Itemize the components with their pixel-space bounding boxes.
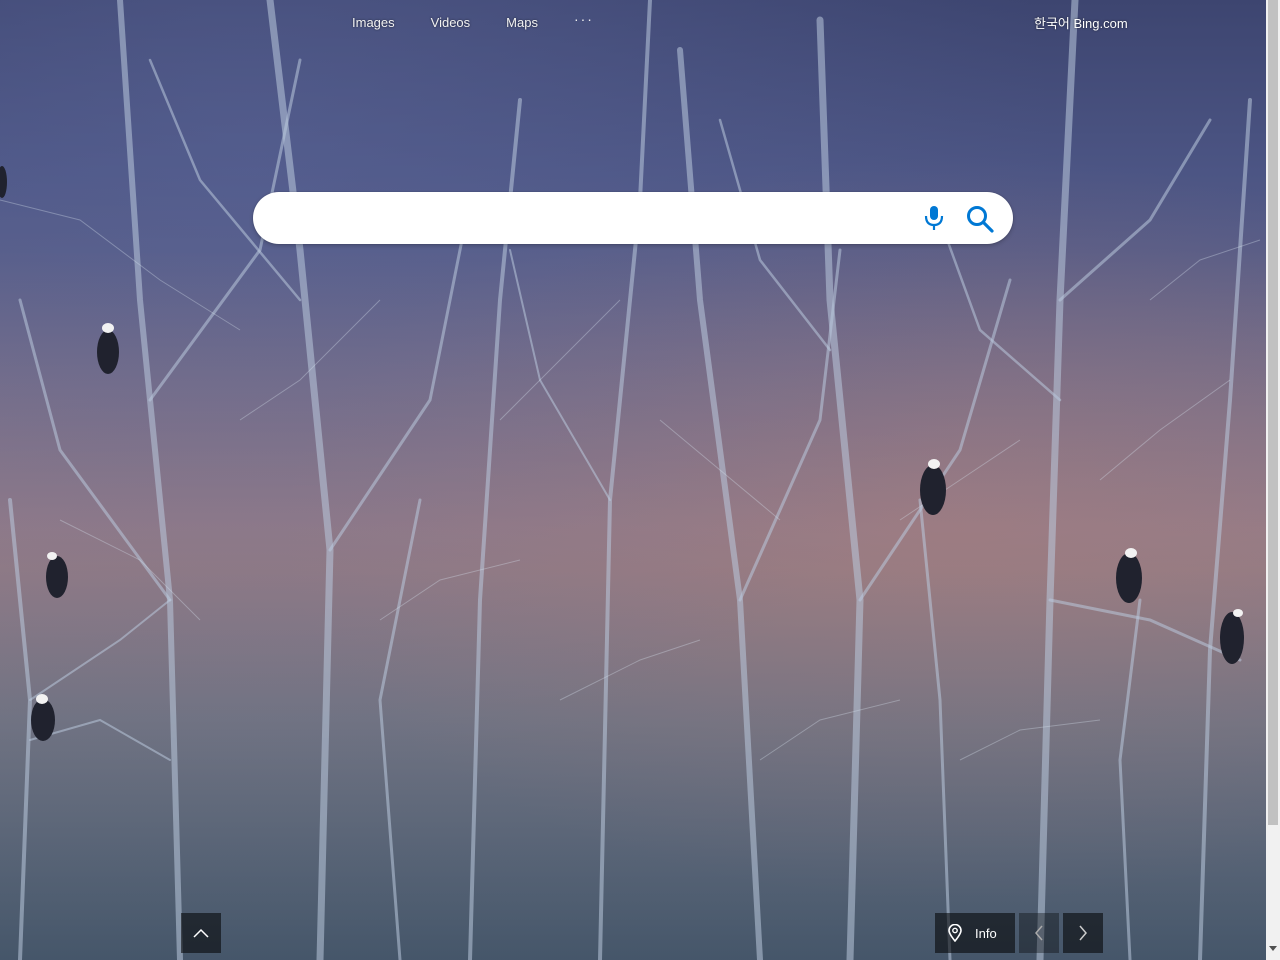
scroll-down-arrow-icon[interactable] xyxy=(1269,946,1277,951)
search-input[interactable] xyxy=(275,202,899,236)
previous-image-button[interactable] xyxy=(1019,913,1059,953)
next-image-button[interactable] xyxy=(1063,913,1103,953)
image-info-button[interactable]: Info xyxy=(935,913,1015,953)
nav-videos-link[interactable]: Videos xyxy=(431,14,471,32)
chevron-right-icon xyxy=(1079,925,1087,941)
location-pin-icon xyxy=(948,924,962,942)
homepage: Images Videos Maps ··· 한국어 Bing.com Info xyxy=(0,0,1280,960)
top-nav: Images Videos Maps ··· xyxy=(352,11,594,32)
scrollbar-thumb[interactable] xyxy=(1268,0,1278,825)
chevron-left-icon xyxy=(1035,925,1043,941)
region-language-link[interactable]: 한국어 Bing.com xyxy=(1034,13,1128,32)
scroll-up-button[interactable] xyxy=(181,913,221,953)
chevron-up-icon xyxy=(193,928,209,938)
nav-more-button[interactable]: ··· xyxy=(574,11,594,27)
nav-maps-link[interactable]: Maps xyxy=(506,14,538,32)
microphone-icon[interactable] xyxy=(921,204,947,232)
search-icon[interactable] xyxy=(965,204,995,234)
nav-images-link[interactable]: Images xyxy=(352,14,395,32)
background-image xyxy=(0,0,1266,960)
page-scrollbar[interactable] xyxy=(1266,0,1280,960)
info-label: Info xyxy=(975,925,997,941)
search-bar xyxy=(253,192,1013,244)
